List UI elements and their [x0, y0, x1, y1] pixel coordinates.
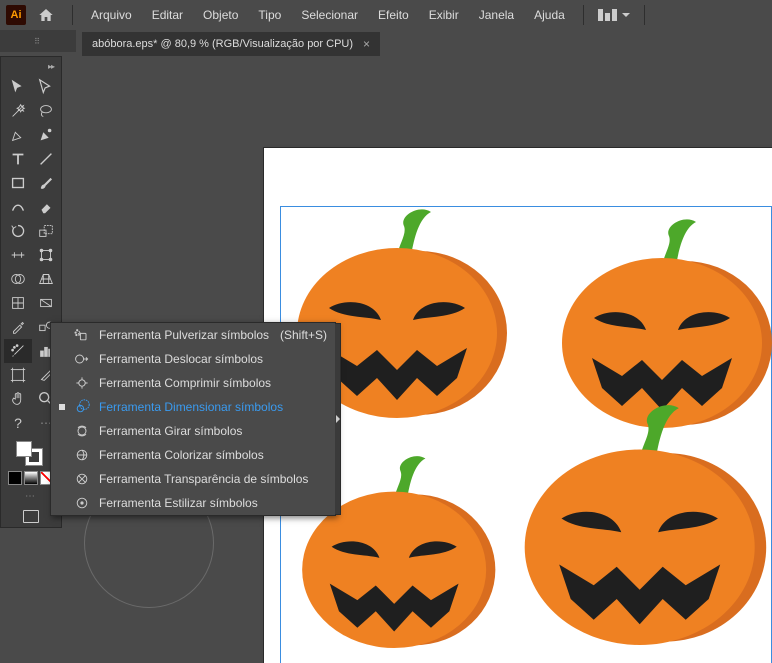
menu-editar[interactable]: Editar	[142, 4, 193, 26]
lasso-tool[interactable]	[32, 99, 60, 123]
mesh-tool[interactable]	[4, 291, 32, 315]
flyout-label: Ferramenta Estilizar símbolos	[99, 496, 327, 510]
spray-icon	[73, 326, 91, 344]
symbol-sprayer-tool[interactable]	[4, 339, 32, 363]
home-icon[interactable]	[36, 5, 56, 25]
gradient-tool[interactable]	[32, 291, 60, 315]
perspective-grid-tool[interactable]	[32, 267, 60, 291]
menu-janela[interactable]: Janela	[469, 4, 524, 26]
shift-icon	[73, 350, 91, 368]
line-tool[interactable]	[32, 147, 60, 171]
rotate-tool[interactable]	[4, 219, 32, 243]
rectangle-tool[interactable]	[4, 171, 32, 195]
flyout-label: Ferramenta Dimensionar símbolos	[99, 400, 327, 414]
magic-wand-tool[interactable]	[4, 99, 32, 123]
pen-tool[interactable]	[4, 123, 32, 147]
menu-exibir[interactable]: Exibir	[419, 4, 469, 26]
flyout-pulverizar[interactable]: Ferramenta Pulverizar símbolos (Shift+S)	[51, 323, 335, 347]
gradient-swatch[interactable]	[24, 471, 38, 485]
symbol-tool-flyout: Ferramenta Pulverizar símbolos (Shift+S)…	[50, 322, 336, 516]
menu-selecionar[interactable]: Selecionar	[291, 4, 368, 26]
flyout-label: Ferramenta Deslocar símbolos	[99, 352, 327, 366]
color-swatch[interactable]	[8, 471, 22, 485]
hand-tool[interactable]	[4, 387, 32, 411]
screener-icon	[73, 470, 91, 488]
shape-builder-tool[interactable]	[4, 267, 32, 291]
symbol-pumpkin[interactable]	[516, 404, 769, 657]
curvature-tool[interactable]	[32, 123, 60, 147]
app-icon: Ai	[6, 5, 26, 25]
flyout-dimensionar[interactable]: Ferramenta Dimensionar símbolos	[51, 395, 335, 419]
paintbrush-tool[interactable]	[32, 171, 60, 195]
menu-tipo[interactable]: Tipo	[248, 4, 291, 26]
flyout-deslocar[interactable]: Ferramenta Deslocar símbolos	[51, 347, 335, 371]
free-transform-tool[interactable]	[32, 243, 60, 267]
flyout-comprimir[interactable]: Ferramenta Comprimir símbolos	[51, 371, 335, 395]
type-tool[interactable]	[4, 147, 32, 171]
tearoff-handle[interactable]	[335, 323, 341, 515]
menu-arquivo[interactable]: Arquivo	[81, 4, 142, 26]
artboard-tool[interactable]	[4, 363, 32, 387]
help-tool[interactable]: ?	[4, 411, 32, 435]
divider	[583, 5, 584, 25]
close-icon[interactable]: ×	[363, 37, 370, 51]
menu-efeito[interactable]: Efeito	[368, 4, 419, 26]
eyedropper-tool[interactable]	[4, 315, 32, 339]
styler-icon	[73, 494, 91, 512]
document-tab[interactable]: abóbora.eps* @ 80,9 % (RGB/Visualização …	[82, 32, 380, 56]
tab-bar: abóbora.eps* @ 80,9 % (RGB/Visualização …	[0, 30, 772, 58]
eraser-tool[interactable]	[32, 195, 60, 219]
flyout-colorizar[interactable]: Ferramenta Colorizar símbolos	[51, 443, 335, 467]
flyout-transparencia[interactable]: Ferramenta Transparência de símbolos	[51, 467, 335, 491]
flyout-label: Ferramenta Transparência de símbolos	[99, 472, 327, 486]
direct-selection-tool[interactable]	[32, 75, 60, 99]
menu-bar: Ai Arquivo Editar Objeto Tipo Selecionar…	[0, 0, 772, 30]
flyout-label: Ferramenta Girar símbolos	[99, 424, 327, 438]
flyout-shortcut: (Shift+S)	[280, 328, 327, 342]
panel-collapse[interactable]: ▸▸	[4, 61, 58, 71]
stain-icon	[73, 446, 91, 464]
workspace-switcher[interactable]	[592, 5, 636, 25]
selection-tool[interactable]	[4, 75, 32, 99]
flyout-label: Ferramenta Comprimir símbolos	[99, 376, 327, 390]
divider	[644, 5, 645, 25]
flyout-label: Ferramenta Colorizar símbolos	[99, 448, 327, 462]
tab-title: abóbora.eps* @ 80,9 % (RGB/Visualização …	[92, 38, 353, 50]
scale-tool[interactable]	[32, 219, 60, 243]
spin-icon	[73, 422, 91, 440]
flyout-estilizar[interactable]: Ferramenta Estilizar símbolos	[51, 491, 335, 515]
shaper-tool[interactable]	[4, 195, 32, 219]
flyout-label: Ferramenta Pulverizar símbolos	[99, 328, 272, 342]
resize-icon	[73, 398, 91, 416]
divider	[72, 5, 73, 25]
menu-ajuda[interactable]: Ajuda	[524, 4, 575, 26]
grip-icon: ⠿	[34, 37, 42, 46]
flyout-girar[interactable]: Ferramenta Girar símbolos	[51, 419, 335, 443]
menu-objeto[interactable]: Objeto	[193, 4, 248, 26]
scrunch-icon	[73, 374, 91, 392]
control-strip: ⠿	[0, 30, 76, 52]
width-tool[interactable]	[4, 243, 32, 267]
